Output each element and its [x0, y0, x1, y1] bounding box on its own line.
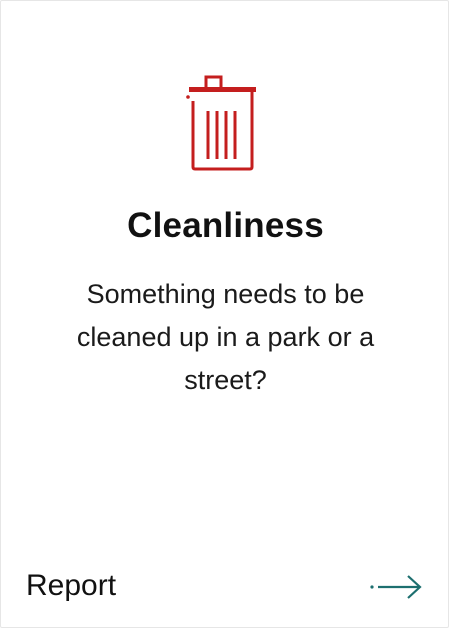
- service-card[interactable]: Cleanliness Something needs to be cleane…: [0, 0, 449, 628]
- card-description: Something needs to be cleaned up in a pa…: [76, 279, 375, 395]
- arrow-right-icon[interactable]: [366, 571, 424, 605]
- report-link-label[interactable]: Report: [26, 569, 116, 603]
- trash-can-icon: [181, 71, 261, 176]
- card-title: Cleanliness: [127, 206, 324, 245]
